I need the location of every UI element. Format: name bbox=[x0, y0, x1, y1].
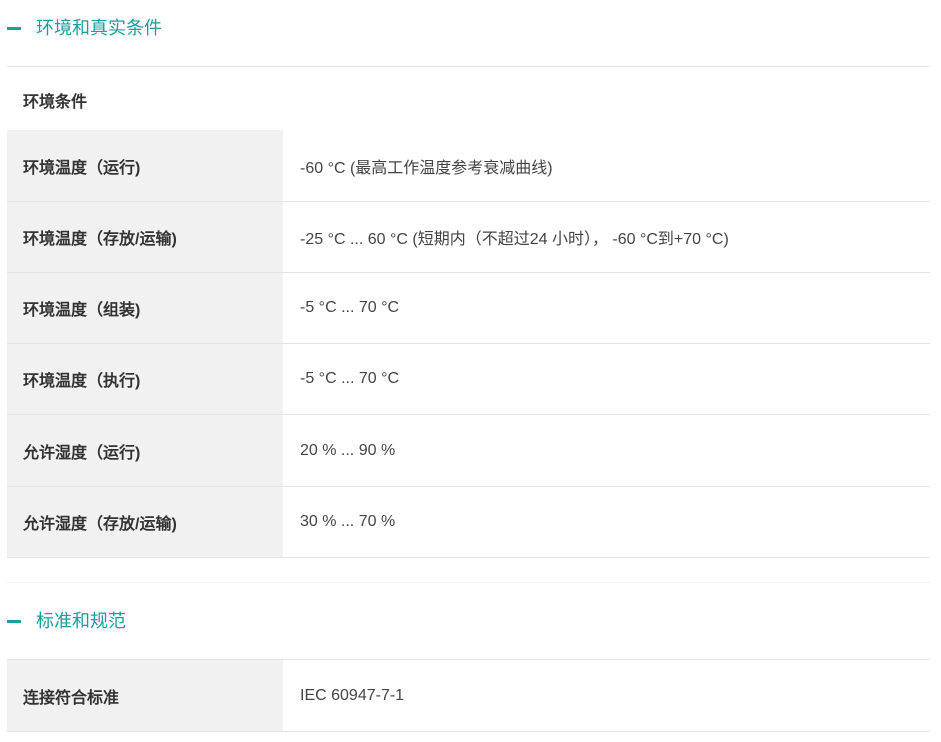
collapse-minus-icon[interactable] bbox=[7, 620, 21, 623]
table-row: 环境温度（运行) -60 °C (最高工作温度参考衰减曲线) bbox=[7, 130, 930, 202]
row-value: -60 °C (最高工作温度参考衰减曲线) bbox=[283, 130, 930, 201]
row-label: 环境温度（存放/运输) bbox=[7, 202, 283, 272]
row-label: 环境温度（组装) bbox=[7, 273, 283, 343]
section-header-standards[interactable]: 标准和规范 bbox=[0, 593, 941, 651]
row-value: 30 % ... 70 % bbox=[283, 487, 930, 557]
table-row: 环境温度（组装) -5 °C ... 70 °C bbox=[7, 273, 930, 344]
section-title: 环境和真实条件 bbox=[36, 18, 162, 38]
row-label: 连接符合标准 bbox=[7, 660, 283, 731]
row-value: -5 °C ... 70 °C bbox=[283, 273, 930, 343]
spec-table-standards: 连接符合标准 IEC 60947-7-1 bbox=[7, 659, 930, 732]
row-value: 20 % ... 90 % bbox=[283, 415, 930, 486]
row-label: 环境温度（运行) bbox=[7, 130, 283, 201]
row-value: IEC 60947-7-1 bbox=[283, 660, 930, 731]
group-title: 环境条件 bbox=[23, 94, 88, 111]
divider bbox=[7, 582, 930, 583]
spec-table-environment: 环境温度（运行) -60 °C (最高工作温度参考衰减曲线) 环境温度（存放/运… bbox=[7, 130, 930, 558]
row-label: 环境温度（执行) bbox=[7, 344, 283, 414]
table-row: 允许湿度（运行) 20 % ... 90 % bbox=[7, 415, 930, 487]
section-title: 标准和规范 bbox=[36, 611, 126, 631]
table-row: 连接符合标准 IEC 60947-7-1 bbox=[7, 660, 930, 732]
table-row: 环境温度（存放/运输) -25 °C ... 60 °C (短期内（不超过24 … bbox=[7, 202, 930, 273]
table-row: 允许湿度（存放/运输) 30 % ... 70 % bbox=[7, 487, 930, 558]
row-value: -25 °C ... 60 °C (短期内（不超过24 小时）， -60 °C到… bbox=[283, 202, 930, 272]
section-header-environment[interactable]: 环境和真实条件 bbox=[0, 0, 941, 58]
collapse-minus-icon[interactable] bbox=[7, 27, 21, 30]
divider bbox=[7, 66, 930, 67]
table-row: 环境温度（执行) -5 °C ... 70 °C bbox=[7, 344, 930, 415]
row-label: 允许湿度（运行) bbox=[7, 415, 283, 486]
row-value: -5 °C ... 70 °C bbox=[283, 344, 930, 414]
row-label: 允许湿度（存放/运输) bbox=[7, 487, 283, 557]
